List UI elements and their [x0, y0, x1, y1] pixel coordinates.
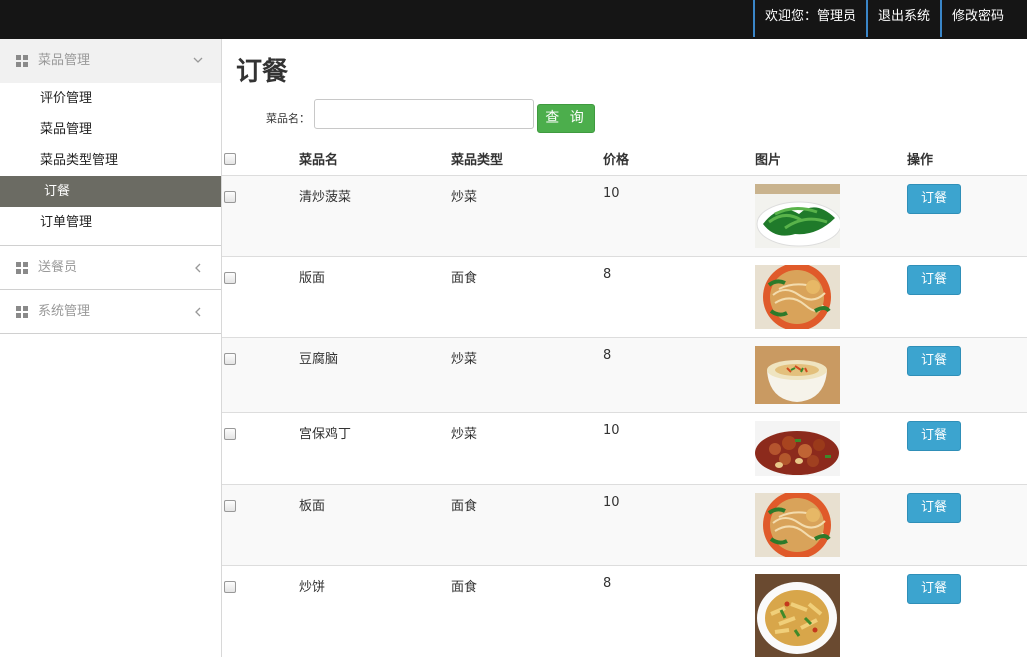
chevron-down-icon — [193, 57, 203, 63]
welcome-user-link[interactable]: 欢迎您：管理员 — [752, 0, 866, 37]
grid-icon — [16, 306, 28, 318]
sidebar-group-label: 菜品管理 — [38, 53, 91, 68]
table-row: 板面 面食 10 订餐 — [222, 485, 1027, 566]
divider — [0, 238, 221, 246]
sidebar-group-label: 送餐员 — [38, 260, 78, 275]
dish-type: 面食 — [451, 580, 478, 595]
dish-type: 炒菜 — [451, 190, 478, 205]
row-checkbox[interactable] — [224, 428, 236, 440]
column-header-type: 菜品类型 — [451, 153, 504, 168]
top-nav: 欢迎您：管理员 退出系统 修改密码 — [752, 0, 1014, 37]
row-checkbox[interactable] — [224, 581, 236, 593]
row-checkbox[interactable] — [224, 191, 236, 203]
main-content: 订餐 菜品名： 查 询 菜品名 菜品类型 价格 图片 操作 清炒菠菜 炒菜 10 — [222, 39, 1027, 657]
kungpao-chicken-dish-image — [755, 421, 840, 476]
sidebar-item-dish-type-management[interactable]: 菜品类型管理 — [0, 145, 221, 176]
order-button[interactable]: 订餐 — [907, 421, 961, 451]
dish-price: 10 — [603, 423, 620, 438]
dish-price: 10 — [603, 186, 620, 201]
column-header-image: 图片 — [755, 153, 782, 168]
dish-type: 面食 — [451, 499, 478, 514]
row-checkbox[interactable] — [224, 500, 236, 512]
row-checkbox[interactable] — [224, 272, 236, 284]
dish-name: 版面 — [299, 271, 326, 286]
noodle-dish-image — [755, 493, 840, 557]
sidebar-item-review-management[interactable]: 评价管理 — [0, 83, 221, 114]
page-title: 订餐 — [236, 57, 289, 87]
search-button[interactable]: 查 询 — [537, 104, 595, 133]
chevron-left-icon — [195, 307, 201, 317]
sidebar-sub-list: 评价管理 菜品管理 菜品类型管理 订餐 订单管理 — [0, 83, 221, 238]
search-label: 菜品名： — [266, 112, 310, 125]
sidebar-group-delivery[interactable]: 送餐员 — [0, 246, 221, 290]
dish-price: 8 — [603, 348, 612, 363]
select-all-checkbox[interactable] — [224, 153, 236, 165]
sidebar-group-dish-management[interactable]: 菜品管理 — [0, 39, 221, 83]
dish-name: 宫保鸡丁 — [299, 427, 352, 442]
top-bar: 欢迎您：管理员 退出系统 修改密码 — [0, 0, 1027, 39]
dish-name: 炒饼 — [299, 580, 326, 595]
dish-price: 10 — [603, 495, 620, 510]
order-button[interactable]: 订餐 — [907, 493, 961, 523]
tofu-pudding-dish-image — [755, 346, 840, 404]
order-button[interactable]: 订餐 — [907, 574, 961, 604]
column-header-price: 价格 — [603, 153, 630, 168]
table-header: 菜品名 菜品类型 价格 图片 操作 — [222, 142, 1027, 176]
sidebar-item-order-meal[interactable]: 订餐 — [0, 176, 221, 207]
table-row: 清炒菠菜 炒菜 10 订餐 — [222, 176, 1027, 257]
dish-type: 炒菜 — [451, 352, 478, 367]
dish-price: 8 — [603, 267, 612, 282]
noodle-dish-image — [755, 265, 840, 329]
fried-pancake-dish-image — [755, 574, 840, 657]
sidebar-group-system[interactable]: 系统管理 — [0, 290, 221, 334]
dish-name: 清炒菠菜 — [299, 190, 352, 205]
grid-icon — [16, 55, 28, 67]
dish-name: 板面 — [299, 499, 326, 514]
row-checkbox[interactable] — [224, 353, 236, 365]
sidebar-group-label: 系统管理 — [38, 304, 91, 319]
sidebar-item-dish-management[interactable]: 菜品管理 — [0, 114, 221, 145]
dish-price: 8 — [603, 576, 612, 591]
dish-type: 面食 — [451, 271, 478, 286]
column-header-action: 操作 — [907, 153, 934, 168]
table-row: 豆腐脑 炒菜 8 订餐 — [222, 338, 1027, 413]
table-row: 炒饼 面食 8 订餐 — [222, 566, 1027, 658]
dish-name-search-input[interactable] — [314, 99, 534, 129]
dish-table: 菜品名 菜品类型 价格 图片 操作 清炒菠菜 炒菜 10 订餐 版面 面食 8 … — [222, 142, 1027, 658]
order-button[interactable]: 订餐 — [907, 346, 961, 376]
logout-link[interactable]: 退出系统 — [865, 0, 940, 37]
order-button[interactable]: 订餐 — [907, 184, 961, 214]
spinach-dish-image — [755, 184, 840, 248]
chevron-left-icon — [195, 263, 201, 273]
grid-icon — [16, 262, 28, 274]
dish-name: 豆腐脑 — [299, 352, 339, 367]
sidebar: 菜品管理 评价管理 菜品管理 菜品类型管理 订餐 订单管理 送餐员 系统管理 — [0, 39, 222, 657]
change-password-link[interactable]: 修改密码 — [939, 0, 1014, 37]
table-row: 宫保鸡丁 炒菜 10 订餐 — [222, 413, 1027, 485]
table-row: 版面 面食 8 订餐 — [222, 257, 1027, 338]
sidebar-item-order-management[interactable]: 订单管理 — [0, 207, 221, 238]
column-header-name: 菜品名 — [299, 153, 339, 168]
dish-type: 炒菜 — [451, 427, 478, 442]
order-button[interactable]: 订餐 — [907, 265, 961, 295]
